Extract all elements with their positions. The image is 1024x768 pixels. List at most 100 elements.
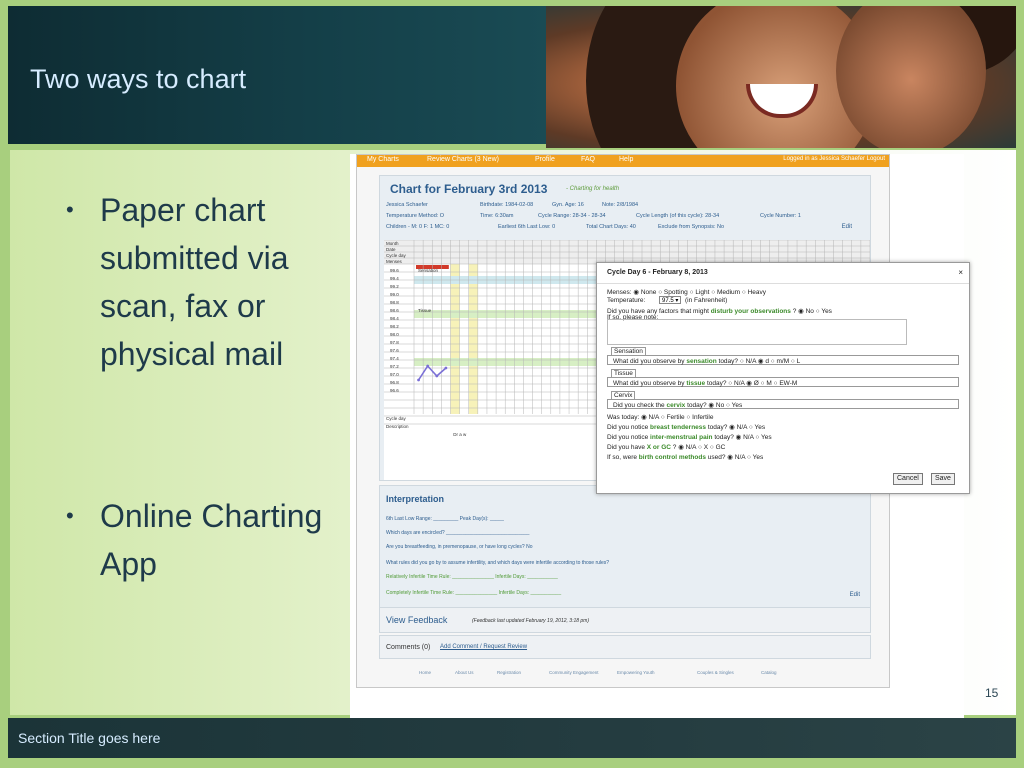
dialog-divider xyxy=(597,283,969,284)
factors-keyword: disturb your observations xyxy=(710,308,791,315)
factors-options[interactable]: ? ◉ No ○ Yes xyxy=(793,308,832,315)
footer-link-couples[interactable]: Couples & Singles xyxy=(697,670,734,675)
page-number: 15 xyxy=(985,686,999,700)
footer-link-youth[interactable]: Empowering Youth xyxy=(617,670,655,675)
sensation-question[interactable]: What did you observe by sensation today?… xyxy=(613,357,800,365)
temp-axis-label: 98.2 xyxy=(390,324,399,329)
info-cycle-length: Cycle Length (of this cycle): 28-34 xyxy=(636,213,720,219)
info-cycle-number: Cycle Number: 1 xyxy=(760,213,801,219)
grid-highlight-col xyxy=(468,264,478,414)
slide-header: Two ways to chart xyxy=(8,6,1016,148)
sensation-section-label: Sensation xyxy=(611,347,646,356)
inter-question[interactable]: Did you notice inter-menstrual pain toda… xyxy=(607,433,772,441)
temperature-point xyxy=(444,366,448,370)
bullet-text: Paper chart submitted via scan, fax or p… xyxy=(100,192,289,372)
temp-axis-label: 96.8 xyxy=(390,380,399,385)
info-cycle-range: Cycle Range: 28-34 - 28-34 xyxy=(538,213,606,219)
cervix-question[interactable]: Did you check the cervix today? ◉ No ○ Y… xyxy=(613,401,742,409)
temp-axis-label: 97.4 xyxy=(390,356,399,361)
temperature-point xyxy=(435,374,439,378)
inter-options[interactable]: today? ◉ N/A ○ Yes xyxy=(714,434,771,441)
temp-axis-label: 97.2 xyxy=(390,364,399,369)
breast-keyword: breast tenderness xyxy=(650,424,707,431)
chart-subtitle: - Charting for health xyxy=(566,186,620,192)
chart-title: Chart for February 3rd 2013 xyxy=(390,182,548,196)
sensation-prefix: What did you observe by xyxy=(613,358,685,365)
info-total-days: Total Chart Days: 40 xyxy=(586,224,636,230)
temp-axis-label: 97.6 xyxy=(390,348,399,353)
nav-review-charts[interactable]: Review Charts (3 New) xyxy=(427,156,499,163)
grid-section-label: Cycle day xyxy=(386,416,407,421)
footer-link-about[interactable]: About Us xyxy=(455,670,474,675)
bc-options[interactable]: used? ◉ N/A ○ Yes xyxy=(708,454,764,461)
slide-title: Two ways to chart xyxy=(30,64,247,94)
sensation-options[interactable]: today? ○ N/A ◉ d ○ m/M ○ L xyxy=(719,358,801,365)
cervix-section-label: Cervix xyxy=(611,391,636,400)
chart-edit-link[interactable]: Edit xyxy=(842,224,852,230)
temperature-select[interactable]: 97.5 ▾ xyxy=(659,296,681,304)
cervix-keyword: cervix xyxy=(666,402,686,409)
temperature-unit: (in Fahrenheit) xyxy=(685,297,728,304)
breast-options[interactable]: today? ◉ N/A ○ Yes xyxy=(708,424,765,431)
info-temp-method: Temperature Method: O xyxy=(386,213,445,219)
xgc-prefix: Did you have xyxy=(607,444,645,451)
inter-prefix: Did you notice xyxy=(607,434,649,441)
temp-axis-label: 99.0 xyxy=(390,292,399,297)
slide: Two ways to chart • Paper chart submitte… xyxy=(0,0,1024,768)
footer-link-community[interactable]: Community Engagement xyxy=(549,670,599,675)
interp-q2: Which days are encircled? ______________… xyxy=(386,530,530,536)
nav-my-charts[interactable]: My Charts xyxy=(367,156,399,163)
info-birthdate: Birthdate: 1984-02-08 xyxy=(480,202,534,208)
temp-axis-label: 98.0 xyxy=(390,332,399,337)
xgc-keyword: X or GC xyxy=(646,444,671,451)
add-comment-link[interactable]: Add Comment / Request Review xyxy=(440,644,527,650)
info-children: Children - M: 0 F: 1 MC: 0 xyxy=(386,224,450,230)
interpretation-title: Interpretation xyxy=(386,494,445,504)
close-icon[interactable]: × xyxy=(958,268,963,277)
comments-panel: Comments (0) Add Comment / Request Revie… xyxy=(379,635,871,659)
interp-q1: 6th Last Low Range: _________ Peak Day(s… xyxy=(386,516,504,522)
breast-question[interactable]: Did you notice breast tenderness today? … xyxy=(607,423,765,431)
temp-axis-label: 96.6 xyxy=(390,388,399,393)
bc-keyword: birth control methods xyxy=(638,454,706,461)
tissue-options[interactable]: today? ○ N/A ◉ Ø ○ M ○ EW-M xyxy=(707,380,797,387)
grid-row-label: Menses xyxy=(386,259,403,264)
feedback-note: (Feedback last updated February 19, 2012… xyxy=(472,618,590,624)
cancel-button[interactable]: Cancel xyxy=(893,473,923,485)
nav-profile[interactable]: Profile xyxy=(535,156,555,163)
info-note: Note: 2/8/1984 xyxy=(602,202,639,208)
grid-section-label: Tissue xyxy=(418,308,432,313)
header-photo xyxy=(546,6,1016,148)
login-status[interactable]: Logged in as Jessica Schaefer Logout xyxy=(783,156,885,162)
view-feedback-link[interactable]: View Feedback xyxy=(386,615,447,625)
bc-question[interactable]: If so, were birth control methods used? … xyxy=(607,453,763,461)
slide-footer: Section Title goes here xyxy=(8,718,1016,758)
temp-axis-label: 99.4 xyxy=(390,276,399,281)
menses-options[interactable]: Menses: ◉ None ○ Spotting ○ Light ○ Medi… xyxy=(607,288,766,296)
footer-link-home[interactable]: Home xyxy=(419,670,431,675)
nav-help[interactable]: Help xyxy=(619,156,633,163)
tissue-question[interactable]: What did you observe by tissue today? ○ … xyxy=(613,379,797,387)
temp-axis-label: 97.0 xyxy=(390,372,399,377)
temp-axis-label: 98.6 xyxy=(390,308,399,313)
temperature-point xyxy=(426,364,430,368)
interpretation-edit-link[interactable]: Edit xyxy=(850,592,860,598)
note-textarea[interactable] xyxy=(607,319,907,345)
grid-row-label: Cycle day xyxy=(386,253,407,258)
was-today-options[interactable]: Was today: ◉ N/A ○ Fertile ○ Infertile xyxy=(607,413,713,421)
cervix-options[interactable]: today? ◉ No ○ Yes xyxy=(687,402,742,409)
tissue-prefix: What did you observe by xyxy=(613,380,685,387)
xgc-options[interactable]: ? ◉ N/A ○ X ○ GC xyxy=(673,444,726,451)
info-name: Jessica Schaefer xyxy=(386,202,428,208)
temp-axis-label: 98.8 xyxy=(390,300,399,305)
interp-q5: Relatively Infertile Time Rule: ________… xyxy=(386,574,558,580)
save-button[interactable]: Save xyxy=(931,473,955,485)
tissue-keyword: tissue xyxy=(686,380,706,387)
interp-q3: Are you breastfeeding, in premenopause, … xyxy=(386,544,533,550)
slide-body: • Paper chart submitted via scan, fax or… xyxy=(10,150,1016,727)
footer-link-registration[interactable]: Registration xyxy=(497,670,521,675)
xgc-question[interactable]: Did you have X or GC ? ◉ N/A ○ X ○ GC xyxy=(607,443,725,451)
bullet-dot-icon: • xyxy=(66,503,74,528)
footer-link-catalog[interactable]: Catalog xyxy=(761,670,777,675)
nav-faq[interactable]: FAQ xyxy=(581,156,595,163)
